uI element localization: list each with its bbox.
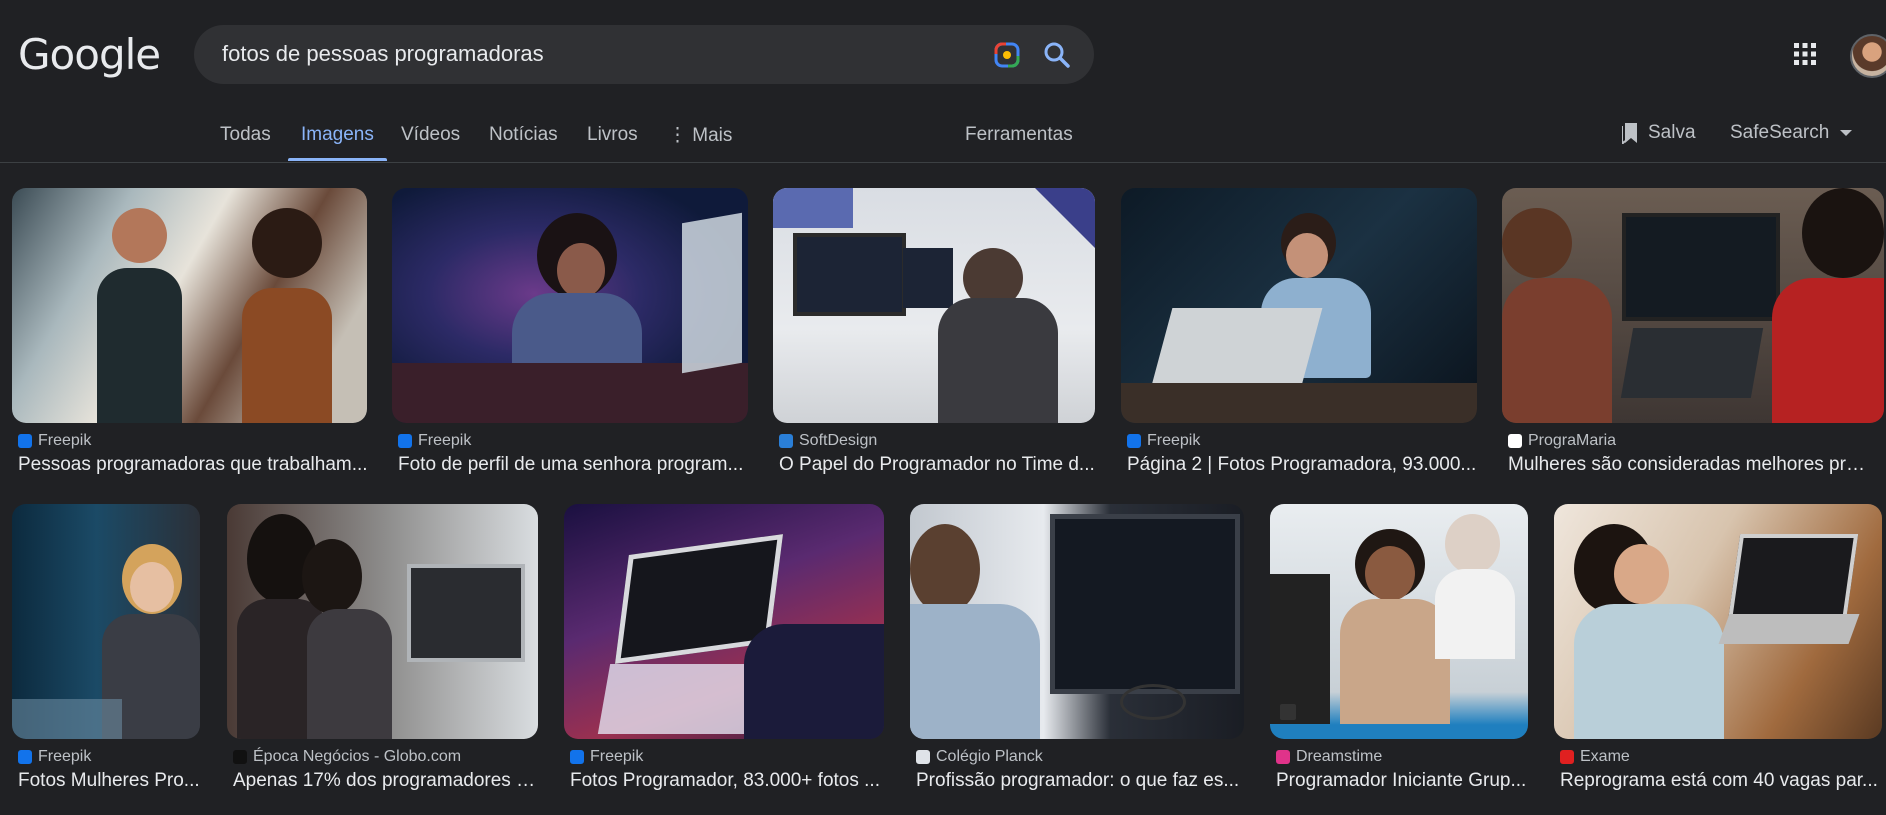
result-title[interactable]: Reprograma está com 40 vagas par... — [1560, 770, 1882, 792]
search-tabs: Todas Imagens Vídeos Notícias Livros ⋮ M… — [0, 118, 1886, 162]
result-source[interactable]: PrograMaria — [1508, 432, 1616, 450]
tab-imagens[interactable]: Imagens — [301, 124, 374, 146]
freepik-favicon — [18, 434, 32, 448]
search-box[interactable]: fotos de pessoas programadoras — [194, 25, 1094, 84]
tab-mais[interactable]: ⋮ Mais — [668, 124, 732, 147]
active-tab-indicator — [288, 158, 387, 161]
result-image[interactable] — [12, 504, 200, 739]
image-result[interactable]: Freepik Página 2 | Fotos Programadora, 9… — [1121, 188, 1477, 478]
result-image[interactable] — [773, 188, 1095, 423]
result-source[interactable]: Freepik — [1127, 432, 1200, 450]
safesearch-label: SafeSearch — [1730, 122, 1830, 143]
tab-livros[interactable]: Livros — [587, 124, 638, 146]
image-result[interactable]: Freepik Fotos Mulheres Pro... — [12, 504, 200, 794]
result-title[interactable]: O Papel do Programador no Time d... — [779, 454, 1095, 476]
result-image[interactable] — [1270, 504, 1528, 739]
tab-videos[interactable]: Vídeos — [401, 124, 460, 146]
softdesign-favicon — [779, 434, 793, 448]
result-image[interactable] — [1121, 188, 1477, 423]
result-source[interactable]: SoftDesign — [779, 432, 877, 450]
exame-favicon — [1560, 750, 1574, 764]
image-result[interactable]: Época Negócios - Globo.com Apenas 17% do… — [227, 504, 538, 794]
google-logo[interactable]: Google — [18, 30, 161, 79]
avatar[interactable] — [1850, 34, 1886, 78]
result-image[interactable] — [227, 504, 538, 739]
tab-todas[interactable]: Todas — [220, 124, 271, 146]
epoca-favicon — [233, 750, 247, 764]
result-image[interactable] — [910, 504, 1244, 739]
result-title[interactable]: Programador Iniciante Grup... — [1276, 770, 1528, 792]
freepik-favicon — [1127, 434, 1141, 448]
colegio-planck-favicon — [916, 750, 930, 764]
result-image[interactable] — [12, 188, 367, 423]
freepik-favicon — [570, 750, 584, 764]
result-source[interactable]: Colégio Planck — [916, 748, 1043, 766]
apps-grid-icon[interactable] — [1793, 42, 1817, 66]
image-result[interactable]: Exame Reprograma está com 40 vagas par..… — [1554, 504, 1882, 794]
freepik-favicon — [18, 750, 32, 764]
result-source[interactable]: Freepik — [398, 432, 471, 450]
result-image[interactable] — [564, 504, 884, 739]
result-title[interactable]: Fotos Mulheres Pro... — [18, 770, 200, 792]
image-result[interactable]: Freepik Foto de perfil de uma senhora pr… — [392, 188, 748, 478]
result-source[interactable]: Freepik — [570, 748, 643, 766]
chevron-down-icon — [1840, 130, 1853, 136]
result-image[interactable] — [1554, 504, 1882, 739]
result-image[interactable] — [392, 188, 748, 423]
header-divider — [0, 162, 1886, 163]
bookmark-icon — [1622, 123, 1637, 144]
result-source[interactable]: Exame — [1560, 748, 1630, 766]
image-result[interactable]: Colégio Planck Profissão programador: o … — [910, 504, 1244, 794]
result-title[interactable]: Fotos Programador, 83.000+ fotos ... — [570, 770, 884, 792]
result-title[interactable]: Página 2 | Fotos Programadora, 93.000... — [1127, 454, 1477, 476]
result-image[interactable] — [1502, 188, 1884, 423]
result-source[interactable]: Dreamstime — [1276, 748, 1382, 766]
programaria-favicon — [1508, 434, 1522, 448]
result-source[interactable]: Freepik — [18, 748, 91, 766]
tab-noticias[interactable]: Notícias — [489, 124, 558, 146]
freepik-favicon — [398, 434, 412, 448]
result-title[interactable]: Apenas 17% dos programadores b... — [233, 770, 538, 792]
result-title[interactable]: Foto de perfil de uma senhora program... — [398, 454, 748, 476]
google-lens-icon[interactable] — [992, 40, 1022, 70]
result-source[interactable]: Época Negócios - Globo.com — [233, 748, 461, 766]
result-title[interactable]: Mulheres são consideradas melhores pro..… — [1508, 454, 1868, 476]
result-title[interactable]: Pessoas programadoras que trabalham... — [18, 454, 368, 476]
search-input[interactable]: fotos de pessoas programadoras — [222, 41, 544, 67]
image-result[interactable]: SoftDesign O Papel do Programador no Tim… — [773, 188, 1095, 478]
safesearch-dropdown[interactable]: SafeSearch — [1730, 122, 1853, 144]
saved-label: Salva — [1648, 122, 1696, 143]
image-result[interactable]: Dreamstime Programador Iniciante Grup... — [1270, 504, 1528, 794]
search-icon[interactable] — [1042, 40, 1072, 70]
image-result[interactable]: Freepik Pessoas programadoras que trabal… — [12, 188, 368, 478]
result-source[interactable]: Freepik — [18, 432, 91, 450]
image-result[interactable]: PrograMaria Mulheres são consideradas me… — [1502, 188, 1884, 478]
saved-button[interactable]: Salva — [1622, 122, 1696, 144]
tools-button[interactable]: Ferramentas — [965, 124, 1073, 146]
dreamstime-favicon — [1276, 750, 1290, 764]
image-result[interactable]: Freepik Fotos Programador, 83.000+ fotos… — [564, 504, 884, 794]
result-title[interactable]: Profissão programador: o que faz es... — [916, 770, 1244, 792]
